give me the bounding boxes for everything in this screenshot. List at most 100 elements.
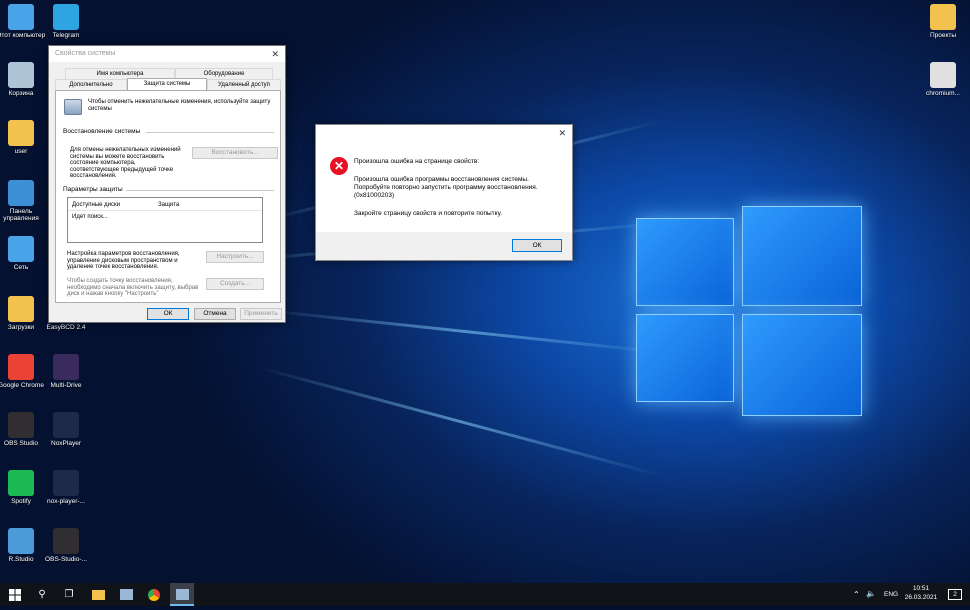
desktop-icon-label: Проекты: [929, 32, 957, 39]
error-heading: Произошла ошибка на странице свойств:: [354, 158, 480, 165]
tab-remote-access[interactable]: Удаленный доступ: [207, 79, 281, 90]
chrome-icon: [148, 589, 160, 601]
configure-description: Настройка параметров восстановления, упр…: [67, 251, 180, 270]
system-protection-icon: [64, 99, 82, 115]
drives-list[interactable]: Доступные диски Защита Идет поиск...: [67, 197, 263, 243]
desktop-icon-computer[interactable]: Этот компьютер: [0, 4, 46, 39]
desktop-icon-chrome[interactable]: Google Chrome: [0, 354, 46, 389]
obs-icon: [53, 528, 79, 554]
desktop-icon-network[interactable]: Сеть: [0, 236, 46, 271]
tab-strip: Имя компьютера Оборудование Дополнительн…: [55, 68, 281, 90]
desktop-icon-label: Корзина: [8, 90, 34, 97]
notifications-icon[interactable]: 2: [948, 589, 962, 600]
window-title: Свойства системы: [55, 50, 116, 57]
desktop-icon-label: Сеть: [13, 264, 29, 271]
restore-button[interactable]: Восстановить...: [192, 147, 278, 159]
desktop-icon-label: OBS Studio: [4, 440, 38, 447]
desktop-icon-label: NoxPlayer: [51, 440, 81, 447]
col-drives-header[interactable]: Доступные диски: [72, 202, 120, 209]
error-button-bar: ОК: [316, 232, 572, 260]
desktop-icon-spotify[interactable]: Spotify: [0, 470, 46, 505]
telegram-icon: [53, 4, 79, 30]
downloads-folder-icon: [8, 296, 34, 322]
volume-icon[interactable]: 🔈: [866, 590, 876, 598]
desktop-icon-obs[interactable]: OBS Studio: [0, 412, 46, 447]
folder-icon: [930, 4, 956, 30]
obs-icon: [8, 412, 34, 438]
taskbar: ⚲ ❐ ⌃ 🔈 ENG 10:51 26.03.2021 2: [0, 583, 970, 606]
desktop-icon-label: OBS-Studio-...: [45, 556, 87, 563]
desktop-icon-nox[interactable]: NoxPlayer: [41, 412, 91, 447]
nox-icon: [53, 470, 79, 496]
desktop-icon-label: chromium...: [926, 90, 960, 97]
create-button[interactable]: Создать...: [206, 278, 264, 290]
taskbar-chrome[interactable]: [142, 583, 166, 606]
desktop-icon-nox[interactable]: nox-player-...: [41, 470, 91, 505]
file-explorer-icon: [91, 590, 105, 600]
user-folder-icon: [8, 120, 34, 146]
task-view-icon[interactable]: ❐: [57, 583, 81, 606]
desktop-icon-folder[interactable]: Проекты: [918, 4, 968, 39]
desktop-icon-chromium-installer[interactable]: chromium...: [918, 62, 968, 97]
close-icon[interactable]: ✕: [271, 46, 279, 62]
configure-button[interactable]: Настроить...: [206, 251, 264, 263]
desktop-icon-nox[interactable]: Multi-Drive: [41, 354, 91, 389]
error-ok-button[interactable]: ОК: [512, 239, 562, 252]
network-icon: [8, 236, 34, 262]
desktop-icon-label: user: [14, 148, 28, 155]
desktop-icon-label: Spotify: [11, 498, 31, 505]
tab-advanced[interactable]: Дополнительно: [55, 79, 127, 90]
create-description: Чтобы создать точку восстановления, необ…: [67, 278, 199, 297]
clock-date[interactable]: 26.03.2021: [902, 594, 940, 602]
intro-text: Чтобы отменить нежелательные изменения, …: [88, 99, 271, 112]
error-line-2: Попробуйте повторно запустить программу …: [354, 184, 538, 191]
chrome-icon: [8, 354, 34, 380]
error-code: (0x81000203): [354, 192, 395, 199]
desktop-icon-user-folder[interactable]: user: [0, 120, 46, 155]
col-protection-header[interactable]: Защита: [158, 202, 179, 209]
recycle-bin-icon: [8, 62, 34, 88]
tab-system-protection[interactable]: Защита системы: [127, 78, 207, 90]
error-dialog[interactable]: ✕ ✕ Произошла ошибка на странице свойств…: [315, 124, 573, 261]
desktop-icon-label: Загрузки: [7, 324, 35, 331]
desktop-icon-rstudio[interactable]: R.Studio: [0, 528, 46, 563]
desktop-icon-downloads-folder[interactable]: Загрузки: [0, 296, 46, 331]
chevron-up-icon[interactable]: ⌃: [853, 591, 860, 599]
taskbar-app[interactable]: [114, 583, 138, 606]
windows-logo: [636, 206, 862, 416]
start-button[interactable]: [3, 583, 27, 606]
ok-button[interactable]: ОК: [147, 308, 189, 320]
cancel-button[interactable]: Отмена: [194, 308, 236, 320]
error-line-1: Произошла ошибка программы восстановлени…: [354, 176, 529, 183]
desktop-icon-label: Панель управления: [3, 208, 39, 222]
nox-icon: [53, 412, 79, 438]
windows-start-icon: [9, 589, 21, 601]
taskbar-explorer[interactable]: [86, 583, 110, 606]
taskbar-system-properties[interactable]: [170, 583, 194, 606]
clock-time[interactable]: 10:51: [906, 585, 936, 593]
desktop-icon-telegram[interactable]: Telegram: [41, 4, 91, 39]
system-properties-titlebar[interactable]: Свойства системы ✕: [49, 46, 285, 62]
desktop-icon-label: nox-player-...: [47, 498, 85, 505]
language-indicator[interactable]: ENG: [884, 591, 898, 599]
system-properties-window[interactable]: Свойства системы ✕ Имя компьютера Оборуд…: [48, 45, 286, 323]
restore-description: Для отмены нежелательных изменений систе…: [70, 147, 181, 179]
close-icon[interactable]: ✕: [558, 128, 566, 139]
apply-button[interactable]: Применить: [240, 308, 282, 320]
desktop-icon-control-panel[interactable]: Панель управления: [0, 180, 46, 222]
notification-count: 2: [953, 591, 957, 598]
desktop-icon-recycle-bin[interactable]: Корзина: [0, 62, 46, 97]
search-icon[interactable]: ⚲: [30, 583, 54, 606]
system-properties-icon: [175, 589, 189, 600]
spotify-icon: [8, 470, 34, 496]
error-line-3: Закройте страницу свойств и повторите по…: [354, 210, 502, 217]
rstudio-icon: [8, 528, 34, 554]
desktop-icon-obs[interactable]: OBS-Studio-...: [41, 528, 91, 563]
restore-group-label: Восстановление системы: [63, 128, 141, 135]
desktop-icon-label: Telegram: [52, 32, 80, 39]
control-panel-icon: [8, 180, 34, 206]
computer-icon: [8, 4, 34, 30]
desktop-icon-label: Этот компьютер: [0, 32, 46, 39]
protection-group-label: Параметры защиты: [63, 186, 123, 193]
desktop-icon-label: EasyBCD 2.4: [46, 324, 86, 331]
